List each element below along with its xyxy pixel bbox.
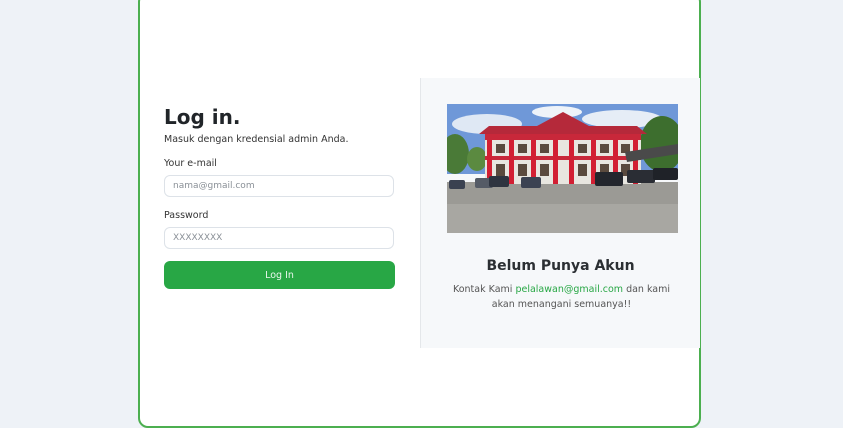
password-field[interactable] bbox=[164, 227, 394, 249]
login-card: Log in. Masuk dengan kredensial admin An… bbox=[138, 0, 701, 428]
info-text-before: Kontak Kami bbox=[452, 284, 516, 295]
email-label: Your e-mail bbox=[164, 158, 217, 169]
contact-email-link[interactable]: pelalawan@gmail.com bbox=[515, 284, 623, 295]
page-title: Log in. bbox=[164, 105, 241, 129]
info-panel: Belum Punya Akun Kontak Kami pelalawan@g… bbox=[420, 78, 700, 348]
login-form: Log in. Masuk dengan kredensial admin An… bbox=[164, 104, 396, 289]
email-field[interactable] bbox=[164, 175, 394, 197]
password-label: Password bbox=[164, 210, 209, 221]
office-building-image bbox=[447, 104, 678, 233]
info-title: Belum Punya Akun bbox=[486, 258, 635, 274]
info-text: Kontak Kami pelalawan@gmail.com dan kami… bbox=[446, 282, 677, 312]
login-button[interactable]: Log In bbox=[164, 261, 395, 289]
login-subtitle: Masuk dengan kredensial admin Anda. bbox=[164, 134, 349, 145]
